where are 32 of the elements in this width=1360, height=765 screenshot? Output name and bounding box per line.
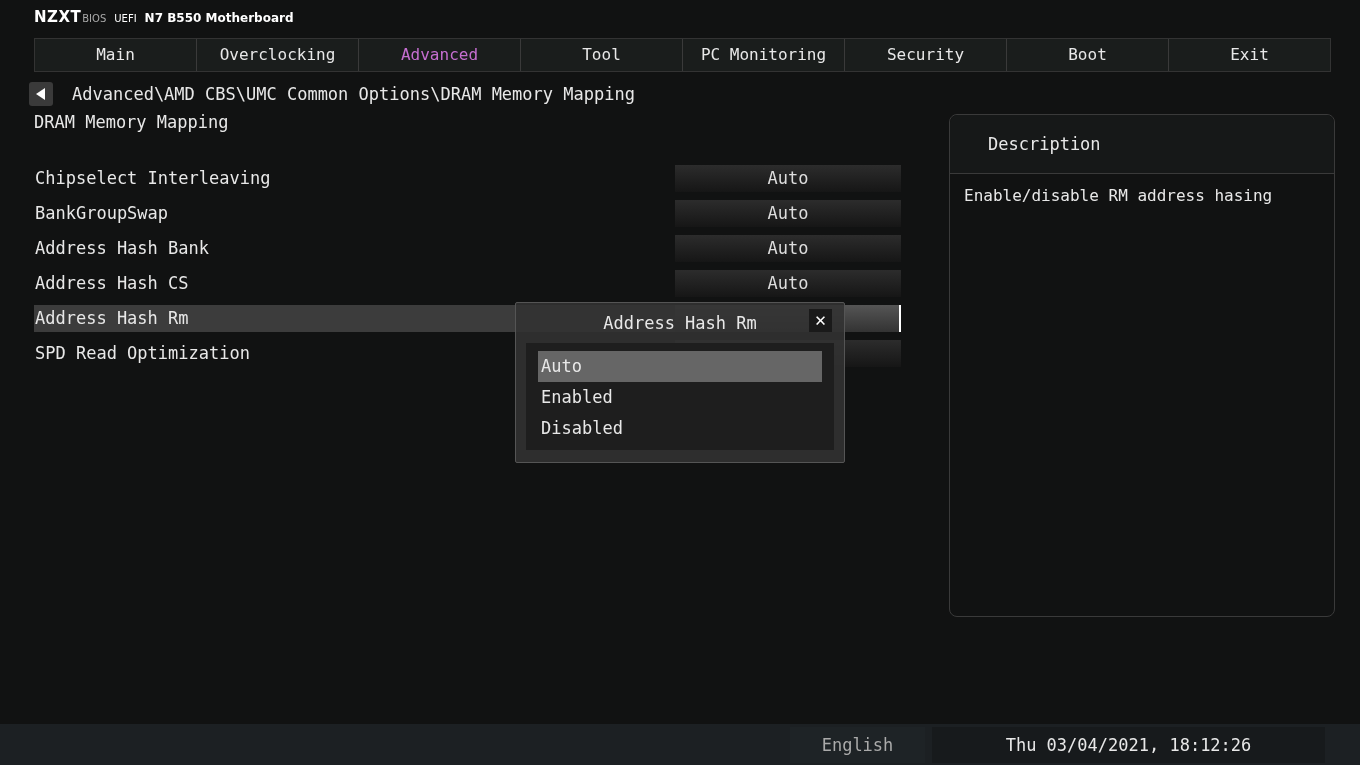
menu-tab[interactable]: Main — [35, 39, 197, 71]
page-title: DRAM Memory Mapping — [34, 112, 230, 132]
value-field[interactable]: Auto — [675, 235, 901, 262]
brand-logo: NZXT — [34, 8, 82, 26]
menu-tab[interactable]: Advanced — [359, 39, 521, 71]
option-item[interactable]: Enabled — [538, 382, 822, 413]
menu-tab[interactable]: PC Monitoring — [683, 39, 845, 71]
brand-subtitle: BIOS — [82, 13, 107, 24]
menu-tab[interactable]: Security — [845, 39, 1007, 71]
menu-tab[interactable]: Overclocking — [197, 39, 359, 71]
close-button[interactable]: ✕ — [809, 309, 832, 332]
description-title: Description — [950, 115, 1334, 174]
uefi-label: UEFI — [114, 13, 137, 24]
setting-name[interactable]: Address Hash CS — [34, 270, 189, 297]
option-item[interactable]: Auto — [538, 351, 822, 382]
setting-name[interactable]: Address Hash Bank — [34, 235, 209, 262]
setting-name[interactable]: BankGroupSwap — [34, 200, 169, 227]
setting-name[interactable]: Chipselect Interleaving — [34, 165, 271, 192]
back-arrow-icon — [36, 88, 46, 100]
value-field[interactable]: Auto — [675, 200, 901, 227]
menu-tab[interactable]: Tool — [521, 39, 683, 71]
board-name: N7 B550 Motherboard — [144, 11, 294, 25]
menu-tab[interactable]: Exit — [1169, 39, 1330, 71]
date-time: Thu 03/04/2021, 18:12:26 — [932, 726, 1325, 763]
value-field[interactable]: Auto — [675, 165, 901, 192]
setting-name[interactable]: SPD Read Optimization — [34, 340, 250, 367]
back-button[interactable] — [29, 82, 53, 106]
description-text: Enable/disable RM address hasing — [963, 185, 1274, 207]
menu-tab[interactable]: Boot — [1007, 39, 1169, 71]
option-item[interactable]: Disabled — [538, 413, 822, 444]
breadcrumb-path: Advanced\AMD CBS\UMC Common Options\DRAM Memory Mapping — [72, 84, 635, 104]
value-field[interactable]: Auto — [675, 270, 901, 297]
